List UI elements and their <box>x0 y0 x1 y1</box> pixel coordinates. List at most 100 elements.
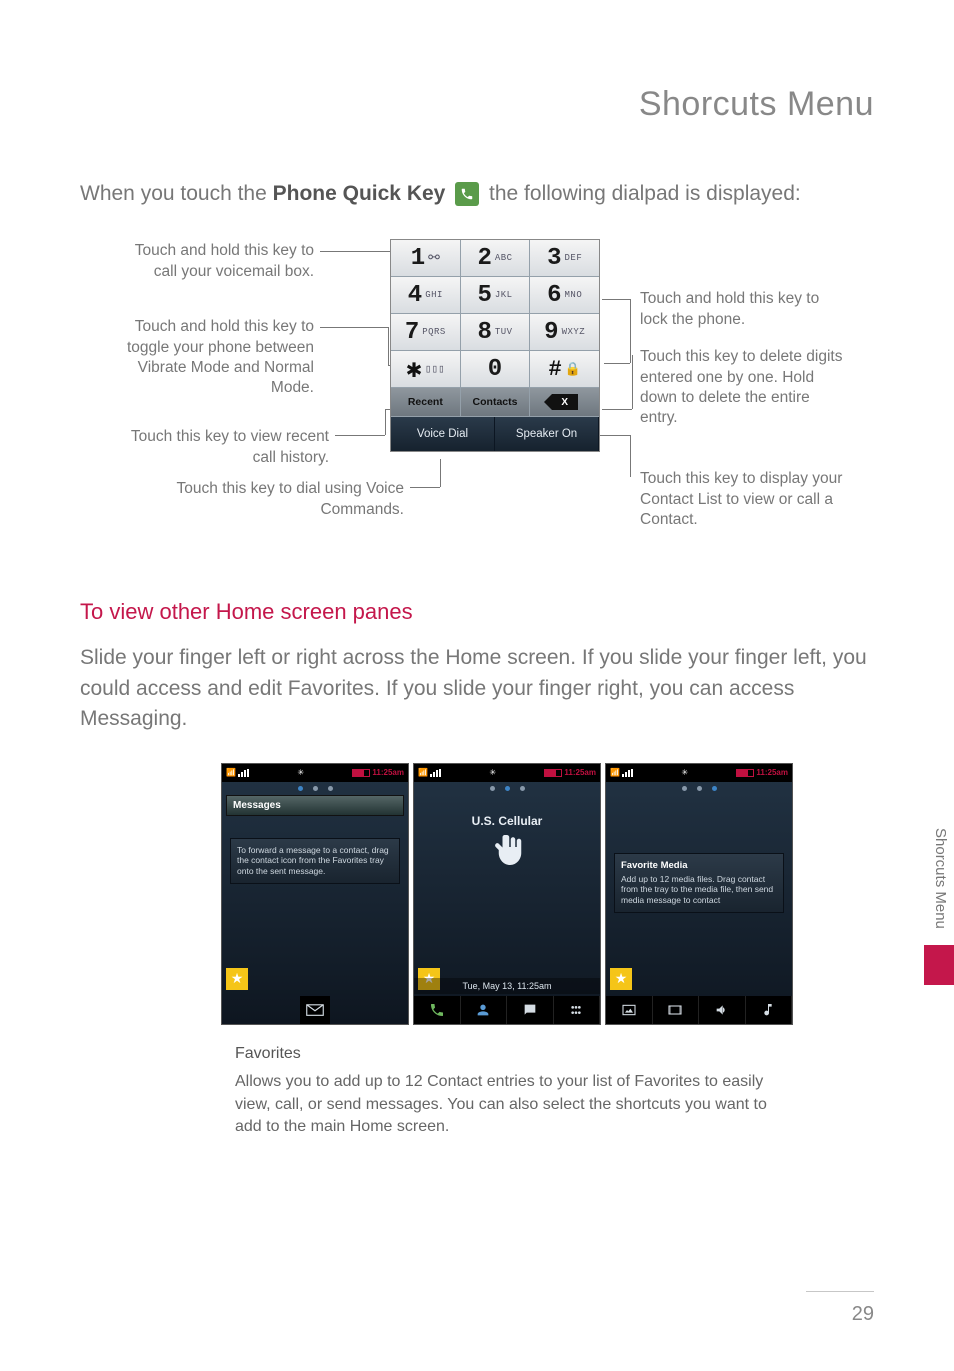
key-digit: 6 <box>547 282 561 309</box>
chapter-side-tab: Shorcuts Menu <box>924 820 954 1020</box>
dialpad-key-5[interactable]: 5 JKL <box>461 277 531 313</box>
side-tab-color <box>924 945 954 985</box>
messages-header: Messages <box>226 795 404 816</box>
battery-time: 11:25am <box>544 768 596 777</box>
page-title: Shorcuts Menu <box>80 85 874 124</box>
puzzle-icon: ✳ <box>489 768 496 777</box>
screenshot-home-pane: 📶 ✳ 11:25am U.S. Cellular ★ Tue, May 13,… <box>413 763 601 1025</box>
home-screen-triptych: 📶 ✳ 11:25am Messages To forward a messag… <box>80 763 874 1025</box>
dialpad-key-hash[interactable]: #🔒 <box>530 351 599 387</box>
dialpad: 1⚯ 2 ABC 3DEF 4GHI 5 JKL 6 MNO 7PQRS 8 TUV 9… <box>390 239 600 452</box>
key-digit: 1 <box>411 245 425 272</box>
puzzle-icon: ✳ <box>681 768 688 777</box>
dialpad-voicedial-button[interactable]: Voice Dial <box>391 417 495 451</box>
key-letters: MNO <box>565 290 583 300</box>
pane-indicator <box>606 786 792 791</box>
key-digit: 3 <box>547 245 561 272</box>
callout-contacts: Touch this key to display your Contact L… <box>640 469 870 529</box>
key-digit: 7 <box>405 319 419 346</box>
phone-quick-key-icon <box>455 182 479 206</box>
key-digit: 5 <box>477 282 491 309</box>
signal-icon: 📶 <box>610 768 633 777</box>
bottombar-video[interactable] <box>653 996 700 1024</box>
caption-body: Allows you to add up to 12 Contact entri… <box>235 1073 767 1135</box>
favorites-tray-icon[interactable]: ★ <box>610 968 632 990</box>
dialpad-key-2[interactable]: 2 ABC <box>461 240 531 276</box>
dialpad-key-9[interactable]: 9 WXYZ <box>530 314 599 350</box>
hash-symbol: # <box>548 357 561 382</box>
callout-recent: Touch this key to view recent call histo… <box>104 427 329 467</box>
dialpad-speakeron-button[interactable]: Speaker On <box>495 417 599 451</box>
dialpad-key-0[interactable]: 0 <box>461 351 531 387</box>
key-letters: ABC <box>495 253 513 263</box>
intro-suffix: the following dialpad is displayed: <box>489 182 801 205</box>
dialpad-key-star[interactable]: ✱▯▯▯ <box>391 351 461 387</box>
media-bottombar <box>606 996 792 1024</box>
bottombar-voice[interactable] <box>699 996 746 1024</box>
favorites-tray-icon[interactable]: ★ <box>226 968 248 990</box>
puzzle-icon: ✳ <box>297 768 304 777</box>
status-clock: 11:25am <box>756 768 788 777</box>
favorites-caption: Favorites Allows you to add up to 12 Con… <box>235 1043 795 1139</box>
star-symbol: ✱ <box>406 354 422 385</box>
section-heading-home-panes: To view other Home screen panes <box>80 599 874 625</box>
key-digit: 9 <box>544 319 558 346</box>
messages-tip: To forward a message to a contact, drag … <box>230 838 400 884</box>
key-letters: PQRS <box>422 327 446 337</box>
dialpad-key-3[interactable]: 3DEF <box>530 240 599 276</box>
screenshot-favorite-media-pane: 📶 ✳ 11:25am Favorite Media Add up to 12 … <box>605 763 793 1025</box>
callout-backspace: Touch this key to delete digits entered … <box>640 347 850 428</box>
status-bar: 📶 ✳ 11:25am <box>222 764 408 782</box>
vibrate-icon: ▯▯▯ <box>425 362 445 376</box>
bottombar-pictures[interactable] <box>606 996 653 1024</box>
home-bottombar <box>414 996 600 1024</box>
callout-vibrate: Touch and hold this key to toggle your p… <box>104 317 314 398</box>
page-number: 29 <box>852 1303 874 1326</box>
bottombar-envelope[interactable] <box>300 996 330 1024</box>
callout-voicemail: Touch and hold this key to call your voi… <box>114 241 314 281</box>
dialpad-key-7[interactable]: 7PQRS <box>391 314 461 350</box>
battery-time: 11:25am <box>736 768 788 777</box>
dialpad-key-1[interactable]: 1⚯ <box>391 240 461 276</box>
side-tab-label: Shorcuts Menu <box>924 820 954 937</box>
bottombar-menu[interactable] <box>554 996 601 1024</box>
favorite-media-body: Add up to 12 media files. Drag contact f… <box>621 874 773 905</box>
lock-icon: 🔒 <box>565 362 581 377</box>
key-letters: TUV <box>495 327 513 337</box>
callout-voicedial: Touch this key to dial using Voice Comma… <box>174 479 404 519</box>
callout-lock: Touch and hold this key to lock the phon… <box>640 289 850 329</box>
bottombar-phone[interactable] <box>414 996 461 1024</box>
screenshot-messages-pane: 📶 ✳ 11:25am Messages To forward a messag… <box>221 763 409 1025</box>
bottombar-music[interactable] <box>746 996 793 1024</box>
bottombar-messaging[interactable] <box>507 996 554 1024</box>
intro-paragraph: When you touch the Phone Quick Key the f… <box>80 179 874 209</box>
favorite-media-title: Favorite Media <box>621 860 777 872</box>
dialpad-backspace-button[interactable]: X <box>530 388 599 416</box>
carrier-text: U.S. Cellular <box>472 814 543 828</box>
dialpad-recent-button[interactable]: Recent <box>391 388 461 416</box>
caption-title: Favorites <box>235 1043 795 1065</box>
key-letters: JKL <box>495 290 513 300</box>
dialpad-contacts-button[interactable]: Contacts <box>461 388 531 416</box>
key-digit: 8 <box>477 319 491 346</box>
signal-icon: 📶 <box>418 768 441 777</box>
body-text-home-panes: Slide your finger left or right across t… <box>80 643 874 734</box>
status-clock: 11:25am <box>372 768 404 777</box>
dialpad-key-8[interactable]: 8 TUV <box>461 314 531 350</box>
key-digit: 4 <box>408 282 422 309</box>
carrier-logo: U.S. Cellular <box>414 814 600 868</box>
voicemail-icon: ⚯ <box>428 250 440 267</box>
status-bar: 📶 ✳ 11:25am <box>414 764 600 782</box>
status-bar: 📶 ✳ 11:25am <box>606 764 792 782</box>
dialpad-key-6[interactable]: 6 MNO <box>530 277 599 313</box>
pane-indicator <box>414 786 600 791</box>
home-datetime: Tue, May 13, 11:25am <box>414 978 600 994</box>
key-letters: WXYZ <box>562 327 586 337</box>
hand-icon <box>489 832 525 868</box>
dialpad-key-4[interactable]: 4GHI <box>391 277 461 313</box>
status-clock: 11:25am <box>564 768 596 777</box>
bottombar-contacts[interactable] <box>461 996 508 1024</box>
battery-time: 11:25am <box>352 768 404 777</box>
key-digit: 2 <box>477 245 491 272</box>
pane-indicator <box>222 786 408 791</box>
